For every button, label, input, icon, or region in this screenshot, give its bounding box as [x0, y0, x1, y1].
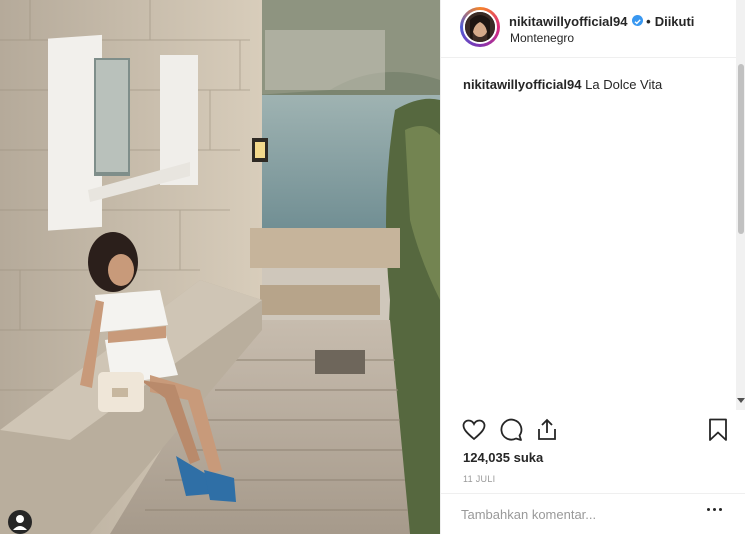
comment-icon[interactable]: [498, 417, 524, 443]
user-tag-glyph: [13, 515, 27, 530]
follow-status-button[interactable]: Diikuti: [655, 14, 695, 29]
post-date[interactable]: 11 JULI: [463, 474, 495, 484]
post-photo[interactable]: [0, 0, 440, 534]
share-icon[interactable]: [534, 417, 560, 443]
post-photo-image: [0, 0, 440, 534]
user-tag-icon[interactable]: [8, 510, 32, 534]
caption-text: La Dolce Vita: [585, 77, 663, 92]
more-options-icon[interactable]: [707, 508, 723, 514]
bookmark-icon[interactable]: [705, 417, 731, 443]
heart-icon[interactable]: [461, 417, 487, 443]
verified-badge-icon: [631, 15, 643, 26]
avatar-image: [465, 12, 495, 42]
location-link[interactable]: Montenegro: [510, 31, 574, 45]
post-header: nikitawillyofficial94 • Diikuti Montenegr…: [441, 0, 745, 58]
username-link[interactable]: nikitawillyofficial94: [509, 14, 628, 29]
header-user-line: nikitawillyofficial94 • Diikuti: [509, 14, 694, 29]
caption: nikitawillyofficial94 La Dolce Vita: [463, 77, 662, 93]
caption-username[interactable]: nikitawillyofficial94: [463, 77, 582, 92]
scroll-down-arrow-icon[interactable]: [737, 398, 745, 403]
scrollbar-thumb[interactable]: [738, 64, 744, 234]
separator-dot: •: [646, 14, 651, 29]
comment-input[interactable]: [461, 504, 686, 524]
action-bar: [461, 417, 731, 443]
comment-bar: [441, 493, 745, 534]
like-count[interactable]: 124,035 suka: [463, 450, 543, 465]
post-sidebar: nikitawillyofficial94 • Diikuti Montenegr…: [440, 0, 745, 534]
avatar[interactable]: [463, 10, 497, 44]
